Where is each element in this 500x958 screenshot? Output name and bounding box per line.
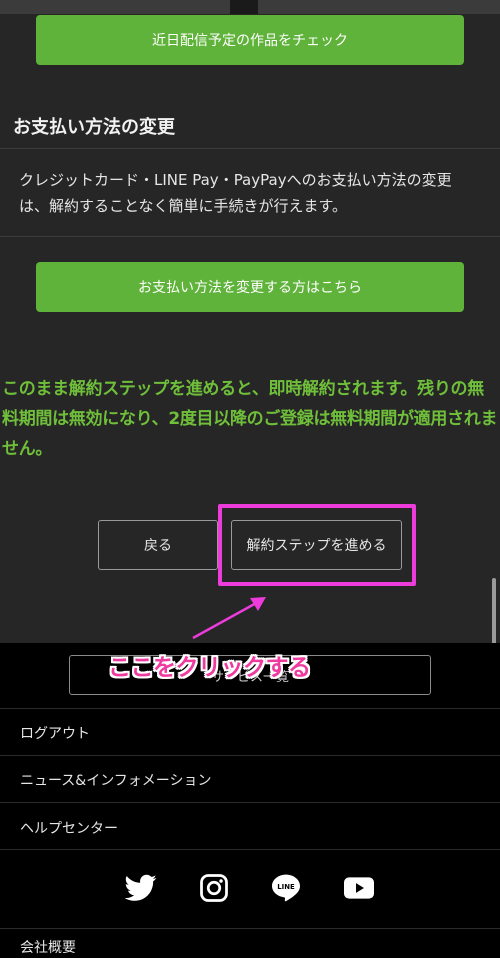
- instagram-icon[interactable]: [198, 871, 230, 905]
- footer-link-logout[interactable]: ログアウト: [20, 723, 90, 743]
- thumbnail-right[interactable]: [258, 0, 500, 14]
- payment-change-title: お支払い方法の変更: [13, 117, 175, 138]
- footer: サービス一覧 ログアウト ニュース&インフォメーション ヘルプセンター LINE…: [0, 643, 500, 958]
- top-thumbnail-strip: [0, 0, 500, 14]
- back-button[interactable]: 戻る: [98, 520, 218, 570]
- twitter-icon[interactable]: [124, 871, 158, 905]
- change-payment-button[interactable]: お支払い方法を変更する方はこちら: [36, 262, 464, 312]
- cancellation-warning: このまま解約ステップを進めると、即時解約されます。残りの無料期間は無効になり、2…: [2, 379, 498, 459]
- payment-change-description: クレジットカード・LINE Pay・PayPayへのお支払い方法の変更は、解約す…: [19, 171, 452, 215]
- line-icon[interactable]: LINE: [270, 871, 302, 905]
- thumbnail-left[interactable]: [0, 0, 230, 14]
- youtube-icon[interactable]: [343, 871, 375, 905]
- footer-link-news[interactable]: ニュース&インフォメーション: [20, 770, 212, 790]
- footer-divider: [0, 928, 500, 929]
- footer-link-help[interactable]: ヘルプセンター: [20, 818, 118, 838]
- annotation-click-here: ここをクリックする: [108, 655, 311, 681]
- footer-divider: [0, 849, 500, 850]
- footer-divider: [0, 802, 500, 803]
- divider: [0, 148, 500, 149]
- upcoming-works-button[interactable]: 近日配信予定の作品をチェック: [36, 15, 464, 65]
- divider: [0, 236, 500, 237]
- svg-text:LINE: LINE: [277, 883, 295, 891]
- footer-link-company[interactable]: 会社概要: [20, 937, 76, 957]
- footer-divider: [0, 708, 500, 709]
- footer-divider: [0, 755, 500, 756]
- proceed-cancellation-button[interactable]: 解約ステップを進める: [231, 520, 402, 570]
